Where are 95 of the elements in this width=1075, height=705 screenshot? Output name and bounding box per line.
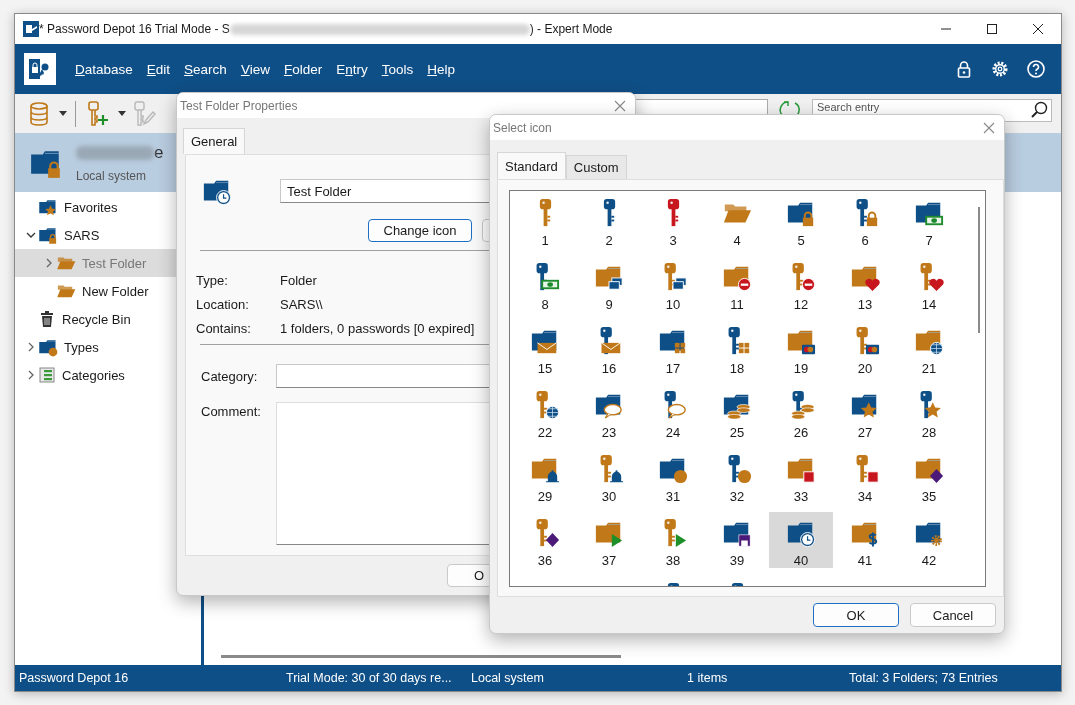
icon-option[interactable]: 27 xyxy=(833,384,897,440)
icon-option[interactable]: 39 xyxy=(705,512,769,568)
scrollbar[interactable] xyxy=(978,207,980,333)
menu-item[interactable]: Database xyxy=(68,57,140,81)
field-label: Contains: xyxy=(196,320,252,338)
icon-option[interactable]: 12 xyxy=(769,256,833,312)
icon-option[interactable]: 26 xyxy=(769,384,833,440)
icon-option[interactable]: 23 xyxy=(577,384,641,440)
tab[interactable]: Standard xyxy=(497,152,566,179)
icon-option[interactable]: 38 xyxy=(641,512,705,568)
app-icon xyxy=(23,21,39,37)
ok-button[interactable]: OK xyxy=(813,603,899,627)
field-label: Comment: xyxy=(201,404,262,419)
field-label: Location: xyxy=(196,296,250,314)
key-icon xyxy=(665,198,681,228)
icon-option[interactable]: 16 xyxy=(577,320,641,376)
tab[interactable]: Custom xyxy=(565,155,627,179)
menu-item[interactable]: Entry xyxy=(329,57,375,81)
status-text: Trial Mode: 30 of 30 days re... xyxy=(286,671,453,685)
icon-option[interactable]: 36 xyxy=(513,512,577,568)
icon-option[interactable]: 24 xyxy=(641,384,705,440)
menu-item[interactable]: Edit xyxy=(139,57,178,81)
trash-icon xyxy=(38,310,56,328)
field-value: SARS\\ xyxy=(280,296,324,314)
icon-option[interactable]: 40 xyxy=(769,512,833,568)
icon-option[interactable]: 4 xyxy=(705,192,769,248)
icon-option[interactable]: 33 xyxy=(769,448,833,504)
icon-option[interactable]: 13 xyxy=(833,256,897,312)
folder-lock-icon xyxy=(38,225,58,245)
database-name: e xyxy=(154,142,164,163)
tree-item[interactable]: Categories xyxy=(15,361,201,389)
icon-option[interactable]: 7 xyxy=(897,192,961,248)
cancel-button[interactable]: Cancel xyxy=(910,603,996,627)
window-title: ) - Expert Mode xyxy=(529,22,613,36)
field-label: Category: xyxy=(201,368,259,384)
icon-option[interactable]: 6 xyxy=(833,192,897,248)
database-icon[interactable] xyxy=(27,100,51,127)
icon-option[interactable]: 11 xyxy=(705,256,769,312)
field-value: 1 folders, 0 passwords [0 expired] xyxy=(280,320,475,338)
change-icon-button[interactable]: Change icon xyxy=(368,219,472,242)
icon-option[interactable]: 41 xyxy=(833,512,897,568)
icon-option[interactable]: 35 xyxy=(897,448,961,504)
caret-icon[interactable] xyxy=(118,111,126,116)
icon-option[interactable]: 31 xyxy=(641,448,705,504)
help-icon[interactable] xyxy=(1026,59,1046,79)
icon-option[interactable]: 25 xyxy=(705,384,769,440)
icon-option[interactable]: 18 xyxy=(705,320,769,376)
menu-item[interactable]: Search xyxy=(177,57,234,81)
icon-option[interactable]: 32 xyxy=(705,448,769,504)
key-plus-icon[interactable] xyxy=(86,100,110,127)
icon-option[interactable]: 3 xyxy=(641,192,705,248)
status-text: Local system xyxy=(471,671,545,685)
icon-option[interactable]: 22 xyxy=(513,384,577,440)
caret-icon[interactable] xyxy=(59,111,67,116)
tab[interactable]: General xyxy=(183,128,246,154)
icon-option[interactable]: 29 xyxy=(513,448,577,504)
window-title: * Password Depot 16 Trial Mode - S xyxy=(39,22,230,36)
list-icon xyxy=(38,366,56,384)
status-text: Password Depot 16 xyxy=(19,671,130,685)
app-logo xyxy=(24,53,56,85)
tree-item[interactable]: SARS xyxy=(15,221,201,249)
scrollbar[interactable] xyxy=(221,655,621,658)
folder-star-icon xyxy=(38,197,58,217)
icon-option[interactable]: 37 xyxy=(577,512,641,568)
icon-option[interactable]: 21 xyxy=(897,320,961,376)
key-icon xyxy=(537,198,553,228)
icon-option[interactable]: 19 xyxy=(769,320,833,376)
icon-option[interactable]: 5 xyxy=(769,192,833,248)
icon-option[interactable]: 10 xyxy=(641,256,705,312)
close-icon[interactable] xyxy=(1032,23,1044,35)
status-text: 1 items xyxy=(687,671,729,685)
icon-option[interactable]: 42 xyxy=(897,512,961,568)
icon-option[interactable]: 28 xyxy=(897,384,961,440)
key-icon xyxy=(601,198,617,228)
icon-option[interactable]: 14 xyxy=(897,256,961,312)
icon-option[interactable]: 20 xyxy=(833,320,897,376)
menu-item[interactable]: Folder xyxy=(276,57,330,81)
search-icon[interactable] xyxy=(1030,100,1048,119)
status-text: Total: 3 Folders; 73 Entries xyxy=(849,671,999,685)
field-value: Folder xyxy=(280,272,318,290)
database-location: Local system xyxy=(76,168,148,183)
menu-item[interactable]: Tools xyxy=(374,57,421,81)
icon-option[interactable]: 30 xyxy=(577,448,641,504)
icon-option[interactable]: 8 xyxy=(513,256,577,312)
menu-item[interactable]: View xyxy=(233,57,277,81)
chevron-down-icon[interactable] xyxy=(25,230,37,240)
icon-option[interactable]: 34 xyxy=(833,448,897,504)
dialog-title: Select icon xyxy=(493,120,552,135)
settings-icon[interactable] xyxy=(990,59,1010,79)
maximize-icon[interactable] xyxy=(986,23,998,35)
icon-option[interactable]: 17 xyxy=(641,320,705,376)
icon-option[interactable]: 9 xyxy=(577,256,641,312)
icon-option[interactable]: 15 xyxy=(513,320,577,376)
menu-item[interactable]: Help xyxy=(420,57,462,81)
dialog-title: Test Folder Properties xyxy=(180,98,298,113)
